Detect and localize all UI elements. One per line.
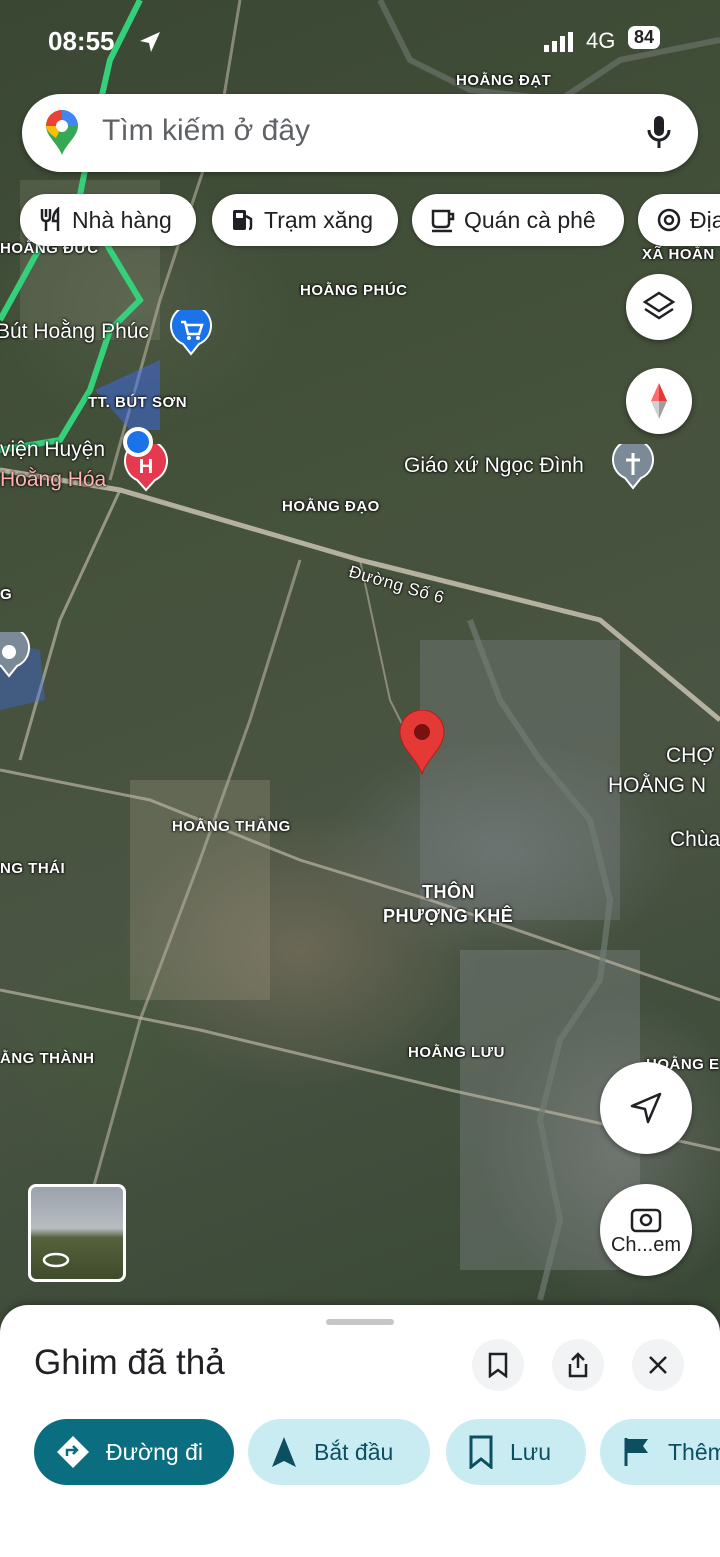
label-xa-hoang: XÃ HOẰN <box>642 246 715 263</box>
camera-search-button[interactable]: Ch...em <box>600 1184 692 1276</box>
save-button[interactable]: Lưu <box>446 1419 586 1485</box>
directions-label: Đường đi <box>106 1438 203 1465</box>
location-arrow-icon <box>140 32 160 52</box>
share-icon <box>568 1352 588 1378</box>
gas-station-icon <box>233 210 253 231</box>
label-hoang-dao: HOẰNG ĐẠO <box>282 498 380 515</box>
battery-level: 84 <box>628 26 661 49</box>
label-but-hoang-phuc[interactable]: Bút Hoằng Phúc <box>0 320 149 344</box>
label-vien-huyen[interactable]: viện Huyện <box>0 438 105 462</box>
layers-button[interactable] <box>626 274 692 340</box>
label-hoang-thang: HOẰNG THẮNG <box>172 818 291 835</box>
microphone-icon[interactable] <box>646 114 672 152</box>
chip-label: Trạm xăng <box>264 206 374 233</box>
chip-gas-stations[interactable]: Trạm xăng <box>212 194 398 246</box>
chip-label: Địa <box>690 206 720 233</box>
label-tt-but-son: TT. BÚT SƠN <box>88 394 188 411</box>
start-button[interactable]: Bắt đầu <box>248 1419 430 1485</box>
label-hoang-n[interactable]: HOẰNG N <box>608 774 706 798</box>
share-button[interactable] <box>552 1339 604 1391</box>
bookmark-icon <box>488 1352 508 1378</box>
chip-coffee[interactable]: Quán cà phê <box>412 194 624 246</box>
dropped-pin-sheet[interactable]: Ghim đã thả Đường đi Bắt đầu Lưu Thêm <box>0 1305 720 1557</box>
directions-button[interactable]: Đường đi <box>34 1419 234 1485</box>
chip-attractions[interactable]: Địa <box>638 194 720 246</box>
close-button[interactable] <box>632 1339 684 1391</box>
label-hoang-luu: HOẰNG LƯU <box>408 1044 505 1061</box>
sheet-title: Ghim đã thả <box>34 1343 225 1382</box>
label-hoang-dat: HOẰNG ĐẠT <box>456 72 552 89</box>
label-chua[interactable]: Chùa <box>670 828 720 852</box>
label-g: G <box>0 586 13 603</box>
camera-button-label: Ch...em <box>610 1233 682 1256</box>
bookmark-outline-icon <box>469 1435 493 1469</box>
network-type: 4G <box>586 28 616 53</box>
navigation-arrow-icon <box>630 1092 662 1124</box>
sheet-drag-handle[interactable] <box>326 1319 394 1325</box>
search-bar[interactable]: Tìm kiếm ở đây <box>22 94 698 172</box>
more-button[interactable]: Thêm <box>600 1419 720 1485</box>
compass-button[interactable] <box>626 368 692 434</box>
chip-label: Quán cà phê <box>464 206 596 233</box>
save-label: Lưu <box>510 1438 551 1465</box>
navigate-arrow-icon <box>272 1437 296 1467</box>
chip-restaurants[interactable]: Nhà hàng <box>20 194 196 246</box>
coffee-cup-icon <box>431 209 455 233</box>
shopping-cart-poi-icon[interactable] <box>170 310 212 356</box>
label-ng-thai: NG THÁI <box>0 860 66 877</box>
label-hoang-hoa[interactable]: Hoằng Hóa <box>0 468 106 492</box>
directions-icon <box>57 1436 89 1468</box>
360-rotate-icon <box>42 1252 70 1268</box>
status-bar: 08:55 4G 84 <box>0 22 720 62</box>
layers-icon <box>642 291 676 320</box>
camera-icon <box>630 1208 662 1232</box>
place-poi-icon[interactable] <box>0 632 30 678</box>
start-label: Bắt đầu <box>314 1438 394 1465</box>
save-icon-button[interactable] <box>472 1339 524 1391</box>
fork-knife-icon <box>40 207 60 231</box>
label-ang-thanh: ẰNG THÀNH <box>0 1050 95 1067</box>
current-location-dot-icon <box>123 427 153 457</box>
street-view-thumbnail[interactable] <box>28 1184 126 1282</box>
compass-icon <box>651 383 667 419</box>
my-location-button[interactable] <box>600 1062 692 1154</box>
label-phuong-khe: PHƯỢNG KHÊ <box>383 906 514 926</box>
status-time: 08:55 <box>48 26 115 56</box>
flag-icon <box>624 1438 648 1466</box>
signal-bars-icon <box>544 32 573 52</box>
label-giao-xu-ngoc-dinh[interactable]: Giáo xứ Ngọc Đình <box>404 454 584 478</box>
label-hoang-phuc: HOẰNG PHÚC <box>300 282 408 299</box>
label-cho[interactable]: CHỢ <box>666 744 714 768</box>
more-label: Thêm <box>668 1438 720 1465</box>
google-maps-logo-icon <box>46 110 78 155</box>
dropped-pin-icon[interactable] <box>398 710 446 776</box>
label-thon: THÔN <box>422 882 475 902</box>
chip-label: Nhà hàng <box>72 206 172 233</box>
attraction-icon <box>657 208 681 232</box>
church-poi-icon[interactable] <box>612 444 654 490</box>
search-input[interactable]: Tìm kiếm ở đây <box>102 114 310 148</box>
close-icon <box>649 1356 667 1374</box>
